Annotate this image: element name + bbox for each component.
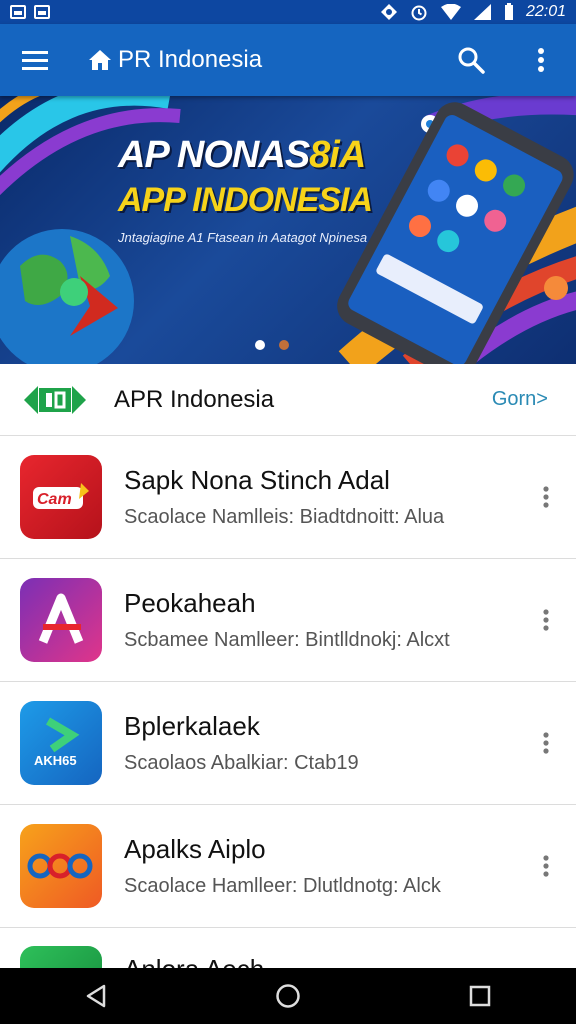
banner-title-line2: APP INDONESIA — [118, 181, 373, 219]
image-notification-icon — [10, 5, 26, 19]
search-button[interactable] — [436, 24, 506, 96]
see-more-link[interactable]: Gorn> — [492, 388, 548, 411]
section-title: APR Indonesia — [114, 385, 275, 413]
carousel-indicator — [255, 340, 289, 350]
home-circle-icon — [276, 984, 300, 1008]
list-item[interactable]: Apalks Aiplo Scaolace Hamlleer: Dlutldno… — [0, 805, 576, 928]
svg-text:Cam: Cam — [37, 491, 72, 508]
recents-button[interactable] — [445, 968, 515, 1024]
back-button[interactable] — [61, 968, 131, 1024]
banner-text: AP NONAS8iA APP INDONESIA Jntagiagine A1… — [118, 134, 373, 245]
banner-title-line1: AP NONAS8iA — [118, 134, 366, 176]
more-vert-icon — [543, 486, 549, 508]
apr-logo-icon — [24, 385, 86, 414]
list-item[interactable]: AKH65 Bplerkalaek Scaolaos Abalkiar: Cta… — [0, 682, 576, 805]
banner-subtitle: Jntagiagine A1 Ftasean in Aatagot Npines… — [118, 230, 368, 245]
app-name: Bplerkalaek — [124, 711, 260, 741]
search-icon — [458, 47, 485, 74]
app-name: Saрk Nona Stinch Adal — [124, 465, 390, 495]
home-nav-button[interactable] — [253, 968, 323, 1024]
item-overflow-button[interactable] — [536, 728, 556, 758]
clock: 22:01 — [525, 3, 566, 20]
more-vert-icon — [543, 732, 549, 754]
alarm-icon — [411, 5, 427, 21]
app-icon — [20, 578, 102, 662]
app-name: Apalks Aiplo — [124, 834, 266, 864]
status-bar: 22:01 — [0, 0, 576, 24]
more-vert-icon — [543, 855, 549, 877]
recents-icon — [469, 985, 491, 1007]
app-icon: AKH65 — [20, 701, 102, 785]
app-meta: Scaolace Namlleis: Biadtdnoitt: Alua — [124, 506, 445, 528]
app-meta: Scbamee Namlleer: Bintlldnokj: Alcxt — [124, 629, 450, 651]
overflow-menu-button[interactable] — [506, 24, 576, 96]
app-meta: Scaolaos Abalkiar: Ctab19 — [124, 752, 359, 774]
svg-text:AKH65: AKH65 — [34, 753, 77, 768]
list-item[interactable]: Peokaheah Scbamee Namlleer: Bintlldnokj:… — [0, 559, 576, 682]
battery-icon — [504, 3, 513, 20]
settings-status-icon — [380, 4, 397, 20]
section-header: APR Indonesia Gorn> — [0, 364, 576, 436]
item-overflow-button[interactable] — [536, 605, 556, 635]
app-title: PR Indonesia — [118, 46, 263, 73]
list-item[interactable]: Cam Saрk Nona Stinch Adal Scaolace Namll… — [0, 436, 576, 559]
app-meta: Scaolace Hamlleer: Dlutldnotg: Alck — [124, 875, 441, 897]
menu-button[interactable] — [0, 24, 70, 96]
carousel-dot[interactable] — [279, 340, 289, 350]
gallery-notification-icon — [34, 5, 50, 19]
carousel-dot-active[interactable] — [255, 340, 265, 350]
app-list: Cam Saрk Nona Stinch Adal Scaolace Namll… — [0, 436, 576, 988]
app-icon: Cam — [20, 455, 102, 539]
back-icon — [86, 984, 106, 1008]
wifi-icon — [440, 4, 461, 20]
more-vert-icon — [538, 48, 544, 72]
item-overflow-button[interactable] — [536, 482, 556, 512]
promo-banner[interactable]: AP NONAS8iA APP INDONESIA Jntagiagine A1… — [0, 96, 576, 364]
home-icon — [89, 50, 111, 70]
app-name: Peokaheah — [124, 588, 256, 618]
app-title-group: PR Indonesia — [88, 46, 262, 74]
system-nav-bar — [0, 968, 576, 1024]
signal-icon — [473, 4, 491, 20]
more-vert-icon — [543, 609, 549, 631]
app-bar: PR Indonesia — [0, 24, 576, 96]
item-overflow-button[interactable] — [536, 851, 556, 881]
notification-icons — [10, 5, 50, 19]
hamburger-icon — [22, 51, 48, 70]
app-icon — [20, 824, 102, 908]
